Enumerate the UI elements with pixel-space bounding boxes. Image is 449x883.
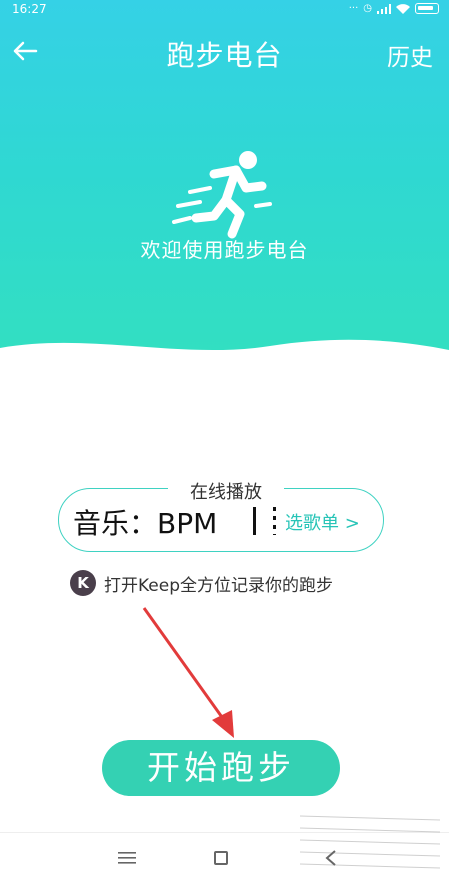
- status-icons: ··· ◷: [349, 3, 439, 14]
- watermark-pattern: [300, 815, 440, 869]
- annotation-arrow-icon: [142, 607, 234, 738]
- status-bar: 16:27 ··· ◷: [0, 0, 449, 20]
- keep-logo-icon: K: [70, 570, 96, 596]
- start-running-button[interactable]: 开始跑步: [102, 740, 340, 796]
- navbar: 跑步电台 历史: [0, 26, 449, 80]
- music-bpm-text: 音乐：BPM: [73, 507, 218, 540]
- status-time: 16:27: [12, 2, 47, 16]
- choose-playlist-link[interactable]: 选歌单 >: [285, 509, 360, 535]
- home-icon[interactable]: [214, 851, 228, 865]
- keep-link[interactable]: K 打开Keep全方位记录你的跑步: [70, 570, 333, 596]
- welcome-text: 欢迎使用跑步电台: [140, 238, 309, 262]
- battery-icon: [415, 3, 439, 14]
- back-arrow-icon[interactable]: [8, 34, 42, 68]
- page-title: 跑步电台: [166, 39, 283, 72]
- signal-icon: [377, 3, 391, 14]
- history-button[interactable]: 历史: [387, 38, 433, 72]
- dots-icon: ···: [348, 3, 359, 14]
- hero-wave: [0, 339, 449, 380]
- runner-icon: [172, 151, 272, 239]
- divider-dots: [273, 507, 276, 535]
- online-play-label: 在线播放: [168, 478, 284, 504]
- alarm-icon: ◷: [363, 3, 372, 14]
- wifi-icon: [396, 3, 410, 14]
- keep-link-text: 打开Keep全方位记录你的跑步: [104, 575, 334, 596]
- divider-bar: [253, 507, 256, 535]
- menu-icon[interactable]: [118, 851, 136, 865]
